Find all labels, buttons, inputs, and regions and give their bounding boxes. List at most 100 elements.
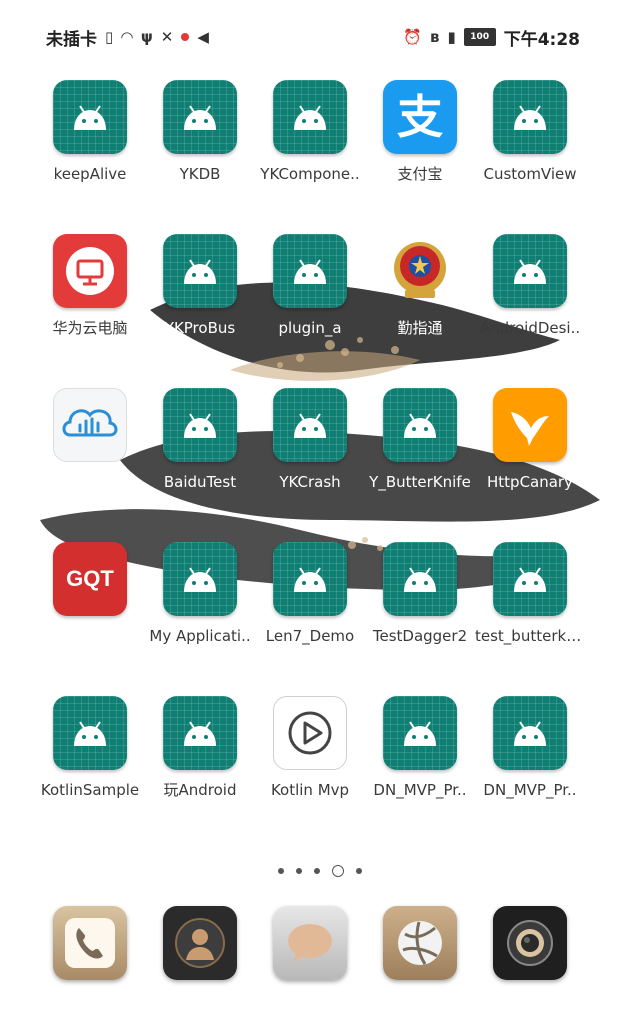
app-label: TestDagger2 xyxy=(372,627,468,645)
camera-icon xyxy=(493,906,567,980)
app-label: 勤指通 xyxy=(397,319,443,337)
page-dot-active[interactable] xyxy=(332,865,344,877)
page-indicator[interactable] xyxy=(0,864,640,878)
app-y-butterknife[interactable]: Y_ButterKnife xyxy=(365,388,475,492)
app-label: 集思通 xyxy=(67,627,113,645)
app-keepalive[interactable]: keepAlive xyxy=(35,80,145,184)
app-ykcrash[interactable]: YKCrash xyxy=(255,388,365,492)
page-dot[interactable] xyxy=(278,868,284,874)
app-label: 联系人 xyxy=(177,991,223,1009)
app-my-application[interactable]: My Applicati.. xyxy=(145,542,255,646)
android-icon xyxy=(273,234,347,308)
page-dot[interactable] xyxy=(314,868,320,874)
dock-phone[interactable]: 电话 xyxy=(35,906,145,1010)
app-dn-mvp-1[interactable]: DN_MVP_Pr.. xyxy=(365,696,475,800)
alarm-icon: ⏰ xyxy=(403,28,422,46)
app-label: YKProBus xyxy=(164,319,236,337)
app-label: 支付宝 xyxy=(397,165,443,183)
android-icon xyxy=(383,696,457,770)
page-dot[interactable] xyxy=(356,868,362,874)
send-icon: ◀ xyxy=(197,28,209,46)
app-label: Len7_Demo xyxy=(265,627,355,645)
police-emblem-icon xyxy=(383,234,457,308)
app-label: YKCrash xyxy=(279,473,341,491)
app-label: DN_MVP_Pr.. xyxy=(373,781,467,799)
android-icon xyxy=(163,542,237,616)
app-jisitong[interactable]: GQT 集思通 xyxy=(35,542,145,646)
android-icon xyxy=(163,388,237,462)
android-icon xyxy=(273,388,347,462)
app-label: 电话 xyxy=(74,991,105,1009)
alipay-glyph: 支 xyxy=(397,90,443,144)
notification-icon: ✕ xyxy=(160,28,174,46)
dock-browser[interactable]: 浏览器 xyxy=(365,906,475,1010)
app-httpcanary[interactable]: HttpCanary xyxy=(475,388,585,492)
wifi-icon: ◠ xyxy=(121,28,133,46)
gqt-icon: GQT xyxy=(53,542,127,616)
app-label: AndroidDesi.. xyxy=(479,319,581,337)
app-ykcomponent[interactable]: YKCompone.. xyxy=(255,80,365,184)
app-ykprobus[interactable]: YKProBus xyxy=(145,234,255,338)
app-label: DN_MVP_Pr.. xyxy=(483,781,577,799)
app-len7-demo[interactable]: Len7_Demo xyxy=(255,542,365,646)
app-alipay[interactable]: 支 支付宝 xyxy=(365,80,475,184)
browser-icon xyxy=(383,906,457,980)
android-icon xyxy=(163,234,237,308)
dock-camera[interactable]: 相机 xyxy=(475,906,585,1010)
app-label: Y_ButterKnife xyxy=(369,473,471,491)
page-dot[interactable] xyxy=(296,868,302,874)
sim-icon: ▯ xyxy=(105,28,114,46)
android-icon xyxy=(493,696,567,770)
app-label: YKCompone.. xyxy=(260,165,360,183)
bluetooth-icon: ʙ xyxy=(429,28,440,46)
app-label: test_butterkn.. xyxy=(475,627,585,645)
app-label: 信息 xyxy=(294,991,325,1009)
android-icon xyxy=(493,542,567,616)
app-label: HttpCanary xyxy=(487,473,573,491)
carrier-text: 未插卡 xyxy=(46,29,97,50)
app-ykdb[interactable]: YKDB xyxy=(145,80,255,184)
app-label: BaiduTest xyxy=(163,473,237,491)
app-testdagger2[interactable]: TestDagger2 xyxy=(365,542,475,646)
app-customview[interactable]: CustomView xyxy=(475,80,585,184)
app-label: 玩Android xyxy=(163,781,237,799)
record-dot-icon xyxy=(181,33,190,41)
app-dn-mvp-2[interactable]: DN_MVP_Pr.. xyxy=(475,696,585,800)
app-qinzhitong[interactable]: 勤指通 xyxy=(365,234,475,338)
app-wan-android[interactable]: 玩Android xyxy=(145,696,255,800)
gqt-glyph: GQT xyxy=(66,566,114,591)
app-label: plugin_a xyxy=(278,319,342,337)
android-icon xyxy=(493,80,567,154)
dock-messages[interactable]: 信息 xyxy=(255,906,365,1010)
contacts-icon xyxy=(163,906,237,980)
cloud-pc-icon xyxy=(53,234,127,308)
dock-contacts[interactable]: 联系人 xyxy=(145,906,255,1010)
app-baidutest[interactable]: BaiduTest xyxy=(145,388,255,492)
android-icon xyxy=(273,80,347,154)
app-label: KotlinSample xyxy=(40,781,140,799)
app-huawei-cloud-pc[interactable]: 华为云电脑 xyxy=(35,234,145,338)
app-label: 相机 xyxy=(514,991,545,1009)
android-icon xyxy=(53,696,127,770)
app-xunfei-yuji[interactable]: 讯飞语记 xyxy=(35,388,145,492)
usb-icon: ψ xyxy=(140,28,153,46)
app-kotlinsample[interactable]: KotlinSample xyxy=(35,696,145,800)
phone-icon xyxy=(53,906,127,980)
app-plugin-a[interactable]: plugin_a xyxy=(255,234,365,338)
app-label: My Applicati.. xyxy=(149,627,251,645)
android-icon xyxy=(493,234,567,308)
app-label: CustomView xyxy=(483,165,577,183)
app-label: 讯飞语记 xyxy=(59,473,120,491)
status-bar: 未插卡 ▯ ◠ ψ ✕ ◀ ⏰ ʙ ▮ 100 下午4:28 xyxy=(46,22,580,52)
app-kotlin-mvp[interactable]: Kotlin Mvp xyxy=(255,696,365,800)
app-label: YKDB xyxy=(179,165,221,183)
android-icon xyxy=(383,388,457,462)
clock-text: 下午4:28 xyxy=(503,29,580,50)
battery-icon: 100 xyxy=(463,28,496,46)
voice-cloud-icon xyxy=(53,388,127,462)
app-androiddesign[interactable]: AndroidDesi.. xyxy=(475,234,585,338)
app-test-butterknife[interactable]: test_butterkn.. xyxy=(475,542,585,646)
app-label: 浏览器 xyxy=(397,991,443,1009)
android-icon xyxy=(383,542,457,616)
messages-icon xyxy=(273,906,347,980)
